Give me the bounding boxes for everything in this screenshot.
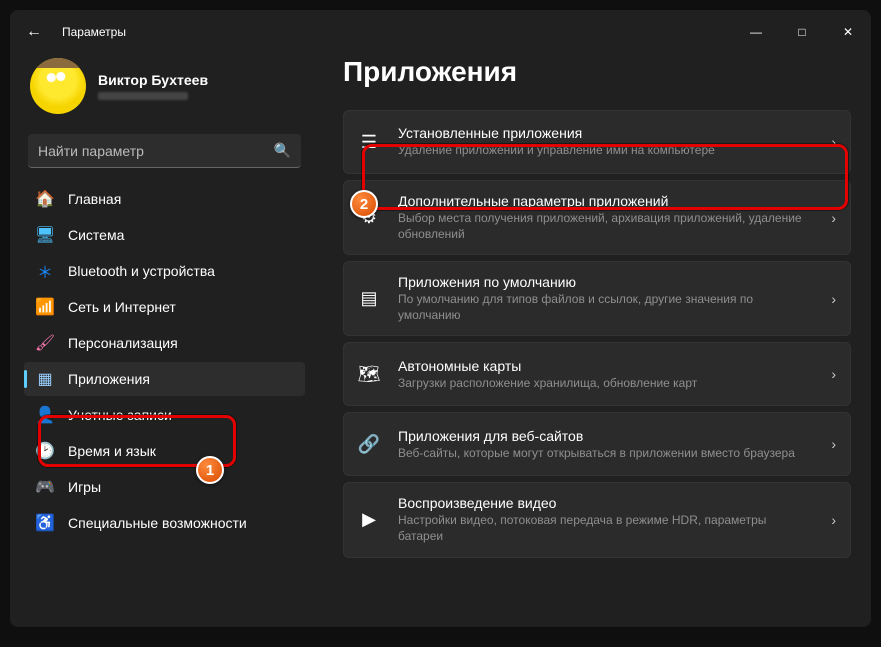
sidebar-item-gaming[interactable]: 🎮 Игры (24, 470, 305, 504)
gear-box-icon: ⚙ (358, 207, 380, 228)
card-advanced-app-settings[interactable]: ⚙ Дополнительные параметры приложений Вы… (343, 180, 851, 255)
chevron-right-icon: › (831, 436, 836, 452)
websites-icon: 🔗 (358, 434, 380, 455)
map-icon: 🗺 (358, 364, 380, 385)
window-controls: — □ ✕ (733, 16, 871, 48)
sidebar-item-home[interactable]: 🏠 Главная (24, 182, 305, 216)
page-title: Приложения (343, 56, 851, 88)
sidebar-item-label: Специальные возможности (68, 515, 247, 531)
card-subtitle: По умолчанию для типов файлов и ссылок, … (398, 292, 813, 323)
card-installed-apps[interactable]: ☰ Установленные приложения Удаление прил… (343, 110, 851, 174)
card-text: Воспроизведение видео Настройки видео, п… (398, 495, 813, 544)
apps-icon: ▦ (36, 370, 54, 388)
card-title: Приложения для веб-сайтов (398, 428, 813, 444)
list-icon: ☰ (358, 132, 380, 153)
card-subtitle: Настройки видео, потоковая передача в ре… (398, 513, 813, 544)
video-icon: ▶ (358, 509, 380, 530)
card-subtitle: Загрузки расположение хранилища, обновле… (398, 376, 813, 392)
search-input[interactable] (38, 143, 274, 159)
card-subtitle: Выбор места получения приложений, архива… (398, 211, 813, 242)
sidebar-item-label: Время и язык (68, 443, 156, 459)
minimize-button[interactable]: — (733, 16, 779, 48)
card-text: Дополнительные параметры приложений Выбо… (398, 193, 813, 242)
settings-window: ← Параметры — □ ✕ Виктор Бухтеев 🔍 (10, 10, 871, 627)
sidebar-item-accounts[interactable]: 👤 Учетные записи (24, 398, 305, 432)
nav-list: 🏠 Главная 🖥 Система ＊ Bluetooth и устрой… (24, 182, 305, 540)
brush-icon: 🖌 (36, 334, 54, 352)
chevron-right-icon: › (831, 366, 836, 382)
window-title: Параметры (62, 25, 126, 39)
search-icon: 🔍 (274, 142, 291, 159)
sidebar-item-apps[interactable]: ▦ Приложения (24, 362, 305, 396)
maximize-button[interactable]: □ (779, 16, 825, 48)
cards-list: ☰ Установленные приложения Удаление прил… (343, 110, 851, 627)
titlebar-left: ← Параметры (26, 23, 126, 41)
sidebar-item-label: Игры (68, 479, 101, 495)
card-text: Приложения по умолчанию По умолчанию для… (398, 274, 813, 323)
chevron-right-icon: › (831, 291, 836, 307)
card-apps-for-websites[interactable]: 🔗 Приложения для веб-сайтов Веб-сайты, к… (343, 412, 851, 476)
system-icon: 🖥 (36, 226, 54, 244)
gamepad-icon: 🎮 (36, 478, 54, 496)
card-text: Автономные карты Загрузки расположение х… (398, 358, 813, 392)
chevron-right-icon: › (831, 512, 836, 528)
card-offline-maps[interactable]: 🗺 Автономные карты Загрузки расположение… (343, 342, 851, 406)
card-title: Дополнительные параметры приложений (398, 193, 813, 209)
card-subtitle: Веб-сайты, которые могут открываться в п… (398, 446, 813, 462)
card-title: Приложения по умолчанию (398, 274, 813, 290)
profile-email-redacted (98, 92, 188, 100)
profile-text: Виктор Бухтеев (98, 72, 208, 100)
sidebar: Виктор Бухтеев 🔍 🏠 Главная 🖥 Система (10, 54, 315, 627)
person-icon: 👤 (36, 406, 54, 424)
sidebar-item-label: Сеть и Интернет (68, 299, 176, 315)
chevron-right-icon: › (831, 210, 836, 226)
content-area: Виктор Бухтеев 🔍 🏠 Главная 🖥 Система (10, 54, 871, 627)
back-arrow-icon[interactable]: ← (26, 23, 42, 41)
sidebar-item-personalization[interactable]: 🖌 Персонализация (24, 326, 305, 360)
card-default-apps[interactable]: ▤ Приложения по умолчанию По умолчанию д… (343, 261, 851, 336)
wifi-icon: 📶 (36, 298, 54, 316)
sidebar-item-label: Персонализация (68, 335, 178, 351)
sidebar-item-label: Главная (68, 191, 121, 207)
sidebar-item-bluetooth[interactable]: ＊ Bluetooth и устройства (24, 254, 305, 288)
chevron-right-icon: › (831, 134, 836, 150)
search-box[interactable]: 🔍 (28, 134, 301, 168)
card-title: Установленные приложения (398, 125, 813, 141)
main-panel: Приложения ☰ Установленные приложения Уд… (315, 54, 871, 627)
clock-icon: 🕑 (36, 442, 54, 460)
profile-name: Виктор Бухтеев (98, 72, 208, 88)
card-title: Воспроизведение видео (398, 495, 813, 511)
avatar (30, 58, 86, 114)
card-subtitle: Удаление приложений и управление ими на … (398, 143, 813, 159)
card-title: Автономные карты (398, 358, 813, 374)
default-apps-icon: ▤ (358, 288, 380, 309)
sidebar-item-label: Система (68, 227, 124, 243)
bluetooth-icon: ＊ (36, 262, 54, 280)
home-icon: 🏠 (36, 190, 54, 208)
sidebar-item-accessibility[interactable]: ♿ Специальные возможности (24, 506, 305, 540)
sidebar-item-network[interactable]: 📶 Сеть и Интернет (24, 290, 305, 324)
card-video-playback[interactable]: ▶ Воспроизведение видео Настройки видео,… (343, 482, 851, 557)
close-button[interactable]: ✕ (825, 16, 871, 48)
card-text: Установленные приложения Удаление прилож… (398, 125, 813, 159)
accessibility-icon: ♿ (36, 514, 54, 532)
sidebar-item-label: Приложения (68, 371, 150, 387)
profile-block[interactable]: Виктор Бухтеев (24, 54, 305, 130)
titlebar: ← Параметры — □ ✕ (10, 10, 871, 54)
sidebar-item-label: Bluetooth и устройства (68, 263, 215, 279)
card-text: Приложения для веб-сайтов Веб-сайты, кот… (398, 428, 813, 462)
sidebar-item-label: Учетные записи (68, 407, 172, 423)
sidebar-item-time-language[interactable]: 🕑 Время и язык (24, 434, 305, 468)
sidebar-item-system[interactable]: 🖥 Система (24, 218, 305, 252)
